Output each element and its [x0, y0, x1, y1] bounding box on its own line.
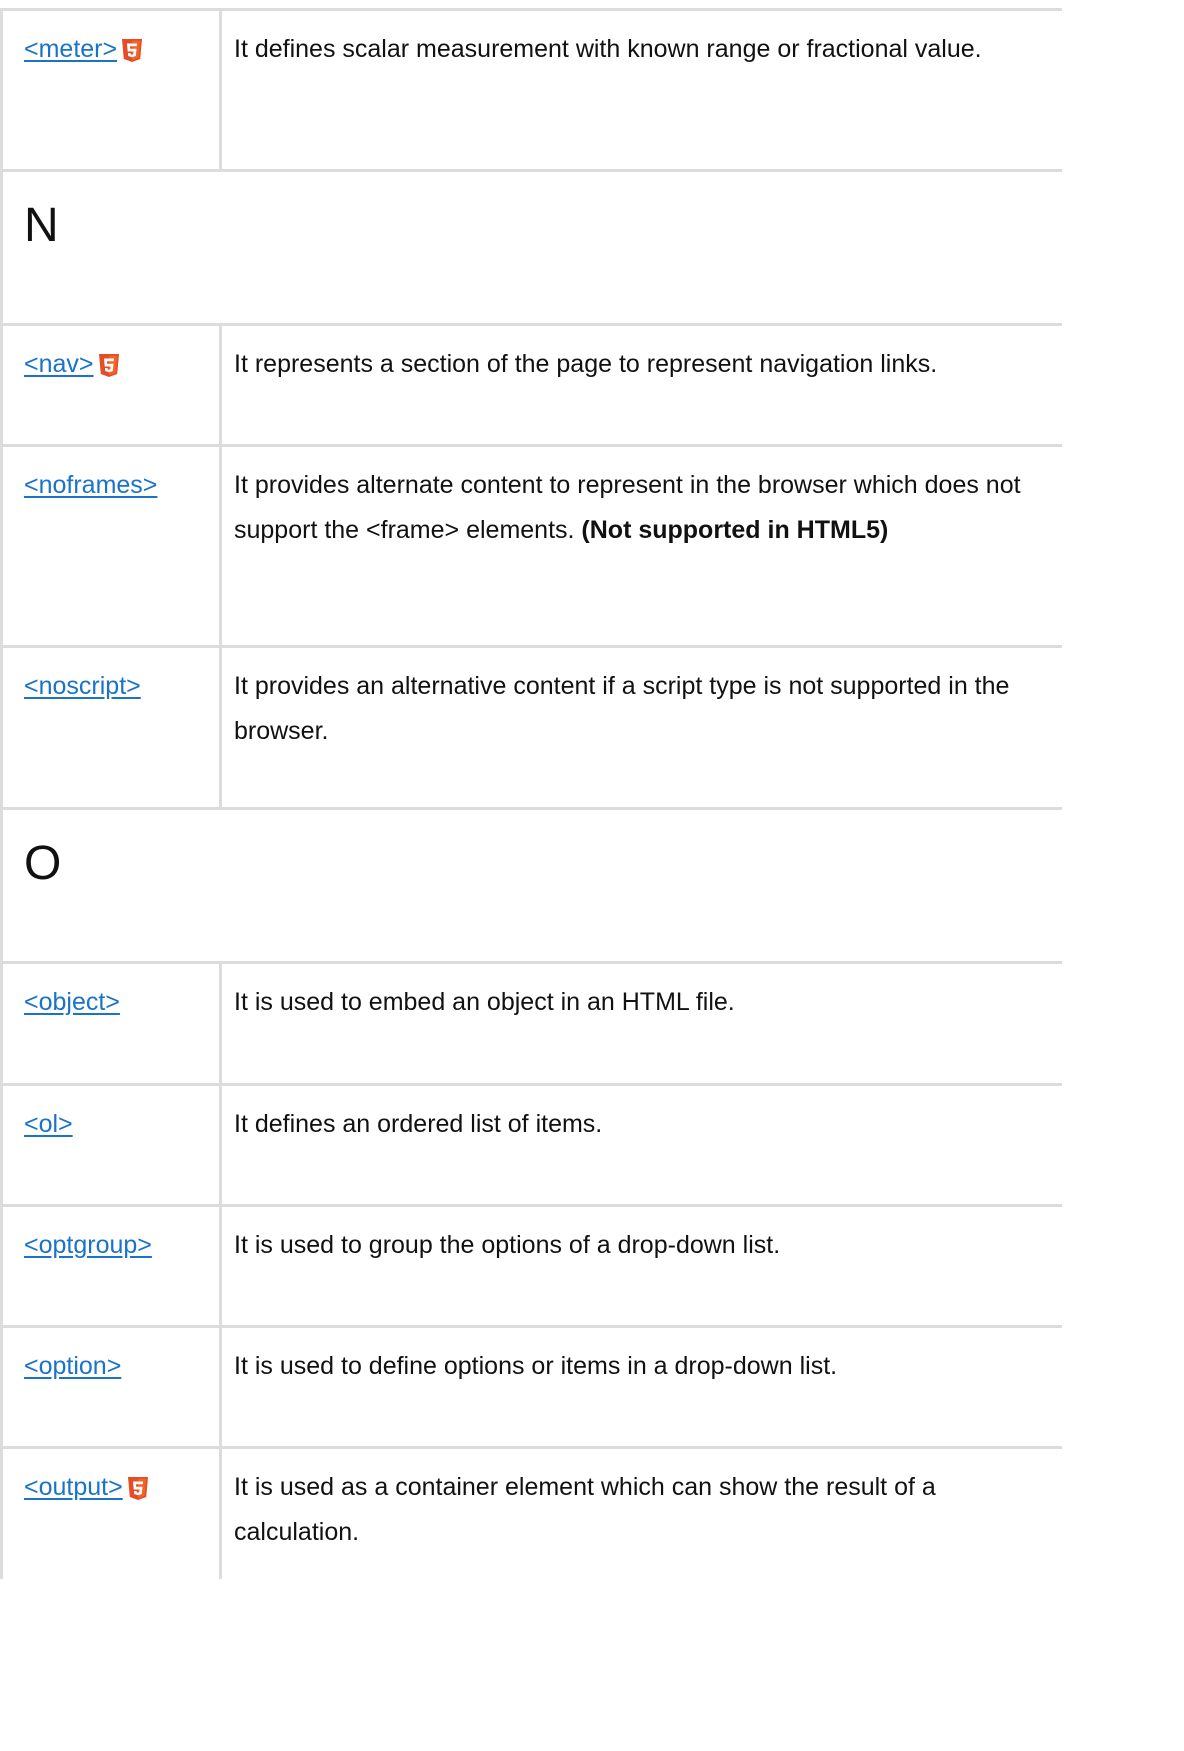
table-row-nav: <nav> It represents a section of the pag… — [3, 326, 1062, 447]
description-text: It is used to group the options of a dro… — [234, 1231, 781, 1259]
description-text: It represents a section of the page to r… — [234, 350, 938, 378]
description-text: It is used to define options or items in… — [234, 1352, 838, 1380]
html-tags-table: <meter> It defines scalar measurement wi… — [0, 8, 1062, 1579]
description-cell: It provides an alternative content if a … — [222, 648, 1062, 807]
tag-cell: <output> — [3, 1449, 222, 1579]
tag-cell: <option> — [3, 1328, 222, 1446]
table-row-output: <output> It is used as a container eleme… — [3, 1449, 1062, 1579]
tag-link-optgroup[interactable]: <optgroup> — [24, 1231, 152, 1259]
description-cell: It is used as a container element which … — [222, 1449, 1062, 1579]
tag-link-noscript[interactable]: <noscript> — [24, 672, 141, 700]
html5-icon — [121, 33, 143, 77]
description-cell: It represents a section of the page to r… — [222, 326, 1062, 444]
tag-cell: <nav> — [3, 326, 222, 444]
tag-link-nav[interactable]: <nav> — [24, 350, 94, 378]
description-cell: It defines scalar measurement with known… — [222, 11, 1062, 169]
tag-link-object[interactable]: <object> — [24, 988, 120, 1016]
not-supported-note: (Not supported in HTML5) — [581, 516, 889, 544]
section-heading-n: N — [3, 172, 1062, 326]
table-row-noscript: <noscript> It provides an alternative co… — [3, 648, 1062, 810]
description-text: It defines an ordered list of items. — [234, 1110, 603, 1138]
description-cell: It provides alternate content to represe… — [222, 447, 1062, 645]
description-cell: It is used to group the options of a dro… — [222, 1207, 1062, 1325]
table-row-meter: <meter> It defines scalar measurement wi… — [3, 11, 1062, 172]
section-letter: N — [24, 199, 59, 252]
tag-cell: <object> — [3, 964, 222, 1083]
tag-cell: <ol> — [3, 1086, 222, 1204]
html5-icon — [127, 1471, 149, 1515]
description-text: It defines scalar measurement with known… — [234, 35, 982, 63]
table-row-optgroup: <optgroup> It is used to group the optio… — [3, 1207, 1062, 1328]
description-cell: It is used to define options or items in… — [222, 1328, 1062, 1446]
tag-link-meter[interactable]: <meter> — [24, 35, 117, 63]
description-cell: It defines an ordered list of items. — [222, 1086, 1062, 1204]
tag-link-option[interactable]: <option> — [24, 1352, 121, 1380]
tag-cell: <noscript> — [3, 648, 222, 807]
description-text: It is used to embed an object in an HTML… — [234, 988, 735, 1016]
section-letter: O — [24, 837, 62, 890]
tag-cell: <noframes> — [3, 447, 222, 645]
description-text: It is used as a container element which … — [234, 1473, 936, 1546]
html5-icon — [98, 348, 120, 392]
tag-link-ol[interactable]: <ol> — [24, 1110, 73, 1138]
tag-cell: <meter> — [3, 11, 222, 169]
section-heading-o: O — [3, 810, 1062, 964]
table-row-ol: <ol> It defines an ordered list of items… — [3, 1086, 1062, 1207]
tag-cell: <optgroup> — [3, 1207, 222, 1325]
table-row-object: <object> It is used to embed an object i… — [3, 964, 1062, 1086]
table-row-option: <option> It is used to define options or… — [3, 1328, 1062, 1449]
tag-link-output[interactable]: <output> — [24, 1473, 123, 1501]
description-cell: It is used to embed an object in an HTML… — [222, 964, 1062, 1083]
description-text: It provides an alternative content if a … — [234, 672, 1010, 745]
table-row-noframes: <noframes> It provides alternate content… — [3, 447, 1062, 648]
tag-link-noframes[interactable]: <noframes> — [24, 471, 157, 499]
